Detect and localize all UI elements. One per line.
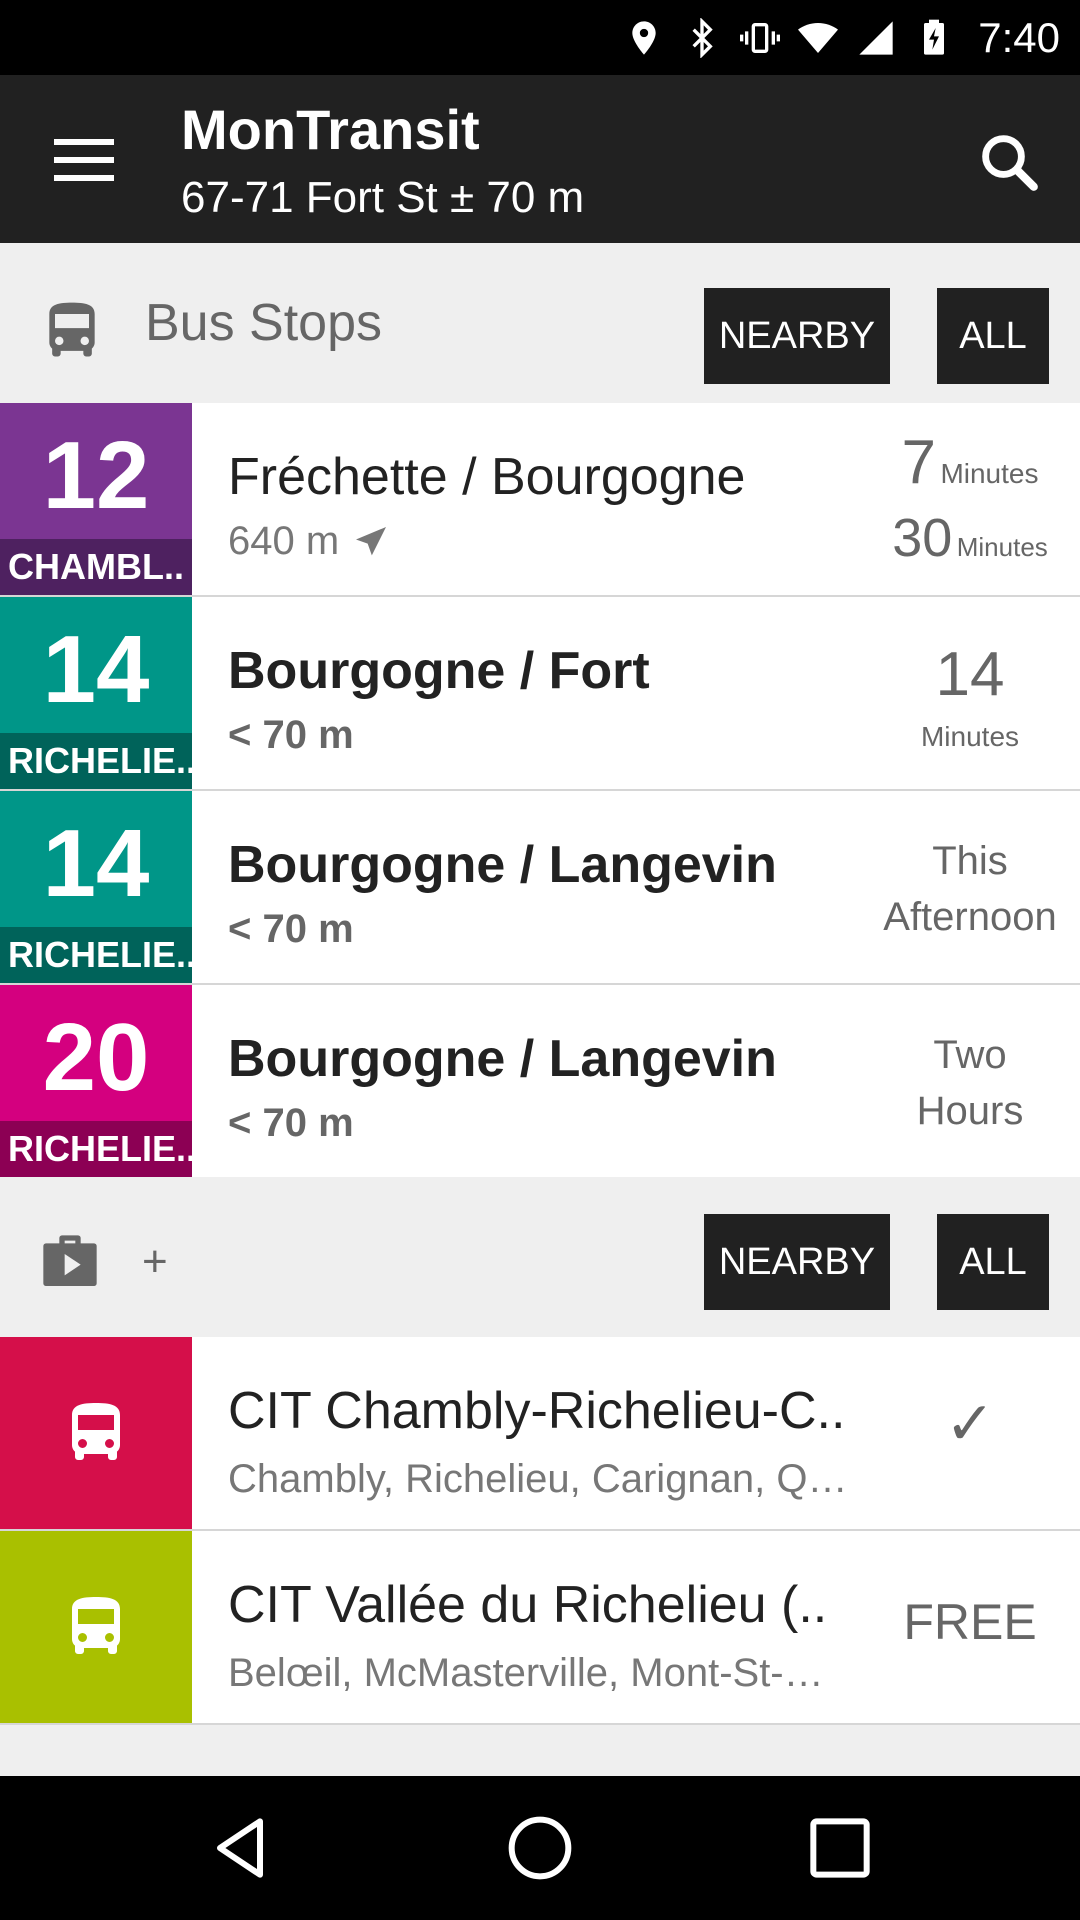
stop-row[interactable]: 14 RICHELIE.. Bourgogne / Langevin < 70 …: [0, 791, 1080, 985]
all-button[interactable]: ALL: [937, 1214, 1049, 1310]
route-number: 14: [42, 810, 150, 917]
route-direction: RICHELIE..: [0, 927, 192, 983]
time-line: This: [932, 839, 1008, 883]
section-title: +: [142, 1237, 168, 1286]
menu-icon[interactable]: [44, 131, 124, 191]
briefcase-play-icon: [43, 1235, 97, 1286]
time-unit: Minutes: [940, 458, 1039, 489]
stop-name: Bourgogne / Langevin: [228, 836, 777, 894]
bus-icon: [72, 1403, 120, 1460]
wifi-icon: [798, 22, 839, 53]
route-number: 12: [42, 422, 150, 529]
time-line: Afternoon: [883, 895, 1057, 939]
stop-row[interactable]: 14 RICHELIE.. Bourgogne / Fort < 70 m 14…: [0, 597, 1080, 791]
departure-times: 14 Minutes: [860, 597, 1080, 789]
check-icon: ✓: [944, 1390, 996, 1457]
time-line: Hours: [916, 1089, 1024, 1133]
departure-times: This Afternoon: [860, 791, 1080, 983]
agency-row[interactable]: CIT Chambly-Richelieu-C.. Chambly, Riche…: [0, 1337, 1080, 1531]
bus-icon: [72, 1597, 120, 1654]
agency-status: FREE: [860, 1531, 1080, 1723]
app-title: MonTransit: [181, 98, 480, 161]
nearby-button[interactable]: NEARBY: [704, 288, 890, 384]
distance-text: 640 m: [228, 519, 340, 563]
agencies-header: + NEARBY ALL: [0, 1177, 1080, 1337]
agency-name: CIT Chambly-Richelieu-C..: [228, 1382, 846, 1440]
stop-name: Bourgogne / Fort: [228, 642, 650, 700]
bus-stops-header: Bus Stops NEARBY ALL: [0, 243, 1080, 403]
time-unit: Minutes: [956, 532, 1048, 562]
route-badge: 12 CHAMBL..: [0, 403, 192, 595]
time-value: 14: [935, 640, 1005, 709]
nearby-button[interactable]: NEARBY: [704, 1214, 890, 1310]
clock: 7:40: [978, 13, 1060, 61]
departure-times: Two Hours: [860, 985, 1080, 1177]
signal-icon: [859, 20, 893, 55]
back-icon[interactable]: [200, 1808, 280, 1888]
stop-name: Fréchette / Bourgogne: [228, 448, 746, 506]
recents-icon[interactable]: [800, 1808, 880, 1888]
stop-distance: < 70 m: [228, 713, 354, 757]
battery-charging-icon: [924, 19, 945, 55]
route-direction: RICHELIE..: [0, 1121, 192, 1177]
vibrate-icon: [740, 22, 781, 53]
stop-distance: 640 m: [228, 519, 391, 564]
location-subtitle: 67-71 Fort St ± 70 m: [181, 173, 585, 222]
navigation-bar: [0, 1776, 1080, 1920]
time-line: Two: [933, 1033, 1007, 1077]
stop-row[interactable]: 12 CHAMBL.. Fréchette / Bourgogne 640 m …: [0, 403, 1080, 597]
home-icon[interactable]: [500, 1808, 580, 1888]
route-badge: 14 RICHELIE..: [0, 791, 192, 983]
agency-name: CIT Vallée du Richelieu (..: [228, 1576, 828, 1634]
bus-icon: [49, 302, 95, 357]
time-unit: Minutes: [920, 721, 1020, 752]
time-value: 30: [892, 508, 953, 568]
bluetooth-icon: [692, 17, 713, 58]
stop-row[interactable]: 20 RICHELIE.. Bourgogne / Langevin < 70 …: [0, 985, 1080, 1177]
route-number: 20: [42, 1004, 150, 1111]
route-direction: RICHELIE..: [0, 733, 192, 789]
fare-label: FREE: [903, 1594, 1037, 1650]
agency-row[interactable]: CIT Vallée du Richelieu (.. Belœil, McMa…: [0, 1531, 1080, 1725]
search-icon[interactable]: [976, 129, 1042, 195]
stop-distance: < 70 m: [228, 1101, 354, 1145]
all-button[interactable]: ALL: [937, 288, 1049, 384]
route-badge: 20 RICHELIE..: [0, 985, 192, 1177]
status-bar: 7:40: [0, 0, 1080, 75]
section-title: Bus Stops: [145, 294, 383, 352]
departure-times: 7 Minutes 30 Minutes: [860, 403, 1080, 595]
agency-badge: [0, 1337, 192, 1529]
compass-arrow-icon: [356, 526, 387, 555]
route-badge: 14 RICHELIE..: [0, 597, 192, 789]
agency-areas: Chambly, Richelieu, Carignan, Q…: [228, 1457, 848, 1501]
stop-name: Bourgogne / Langevin: [228, 1030, 777, 1088]
stop-distance: < 70 m: [228, 907, 354, 951]
agency-badge: [0, 1531, 192, 1723]
time-value: 7: [901, 428, 936, 497]
location-icon: [632, 20, 656, 55]
route-direction: CHAMBL..: [0, 539, 192, 595]
agency-areas: Belœil, McMasterville, Mont-St-…: [228, 1651, 824, 1695]
app-bar: MonTransit 67-71 Fort St ± 70 m: [0, 75, 1080, 243]
agency-status: ✓: [860, 1337, 1080, 1529]
route-number: 14: [42, 616, 150, 723]
